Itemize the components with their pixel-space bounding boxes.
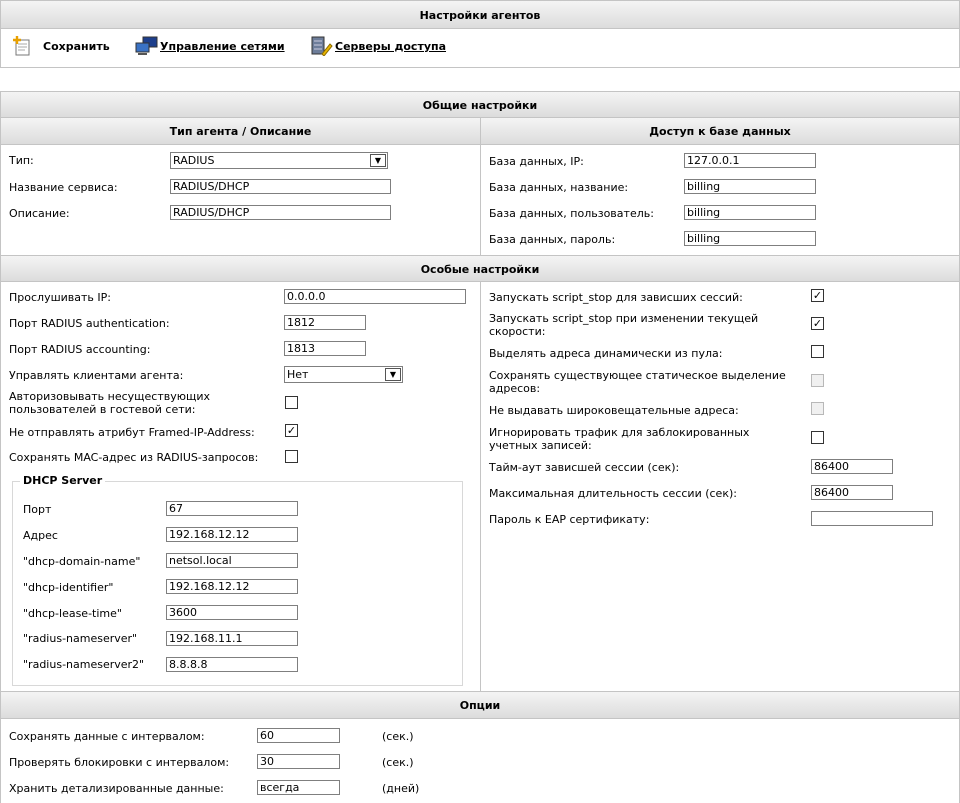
keep-static-label: Сохранять существующее статическое выдел… — [489, 369, 786, 395]
dhcp-domain-label: "dhcp-domain-name" — [23, 555, 141, 568]
dhcp-server-legend: DHCP Server — [20, 474, 106, 487]
dhcp-nameserver-label: "radius-nameserver" — [23, 632, 138, 645]
guest-auth-label: Авторизовывать несуществующих пользовате… — [9, 390, 211, 416]
block-interval-label: Проверять блокировки с интервалом: — [9, 756, 230, 769]
eap-password-input[interactable] — [811, 511, 933, 526]
save-icon — [13, 36, 30, 56]
db-password-input[interactable] — [684, 231, 816, 246]
listen-ip-label: Прослушивать IP: — [9, 291, 111, 304]
eap-password-label: Пароль к EAP сертификату: — [489, 513, 650, 526]
agent-type-title: Тип агента / Описание — [169, 125, 312, 138]
manage-clients-select[interactable]: Нет ▼ — [284, 366, 403, 383]
service-name-input[interactable] — [170, 179, 391, 194]
auth-port-label: Порт RADIUS authentication: — [9, 317, 170, 330]
dhcp-domain-input[interactable] — [166, 553, 298, 568]
keep-detail-label: Хранить детализированные данные: — [9, 782, 224, 795]
acct-port-label: Порт RADIUS accounting: — [9, 343, 151, 356]
service-name-label: Название сервиса: — [9, 181, 118, 194]
dhcp-nameserver-input[interactable] — [166, 631, 298, 646]
db-password-label: База данных, пароль: — [489, 233, 616, 246]
auth-port-input[interactable] — [284, 315, 366, 330]
special-settings-header: Особые настройки — [0, 255, 960, 282]
max-session-label: Максимальная длительность сессии (сек): — [489, 487, 737, 500]
dhcp-address-label: Адрес — [23, 529, 58, 542]
chevron-down-icon: ▼ — [385, 368, 401, 381]
general-settings-header: Общие настройки — [0, 91, 960, 118]
ignore-blocked-checkbox[interactable] — [811, 431, 824, 444]
dhcp-port-input[interactable] — [166, 501, 298, 516]
page-title: Настройки агентов — [419, 9, 541, 22]
server-icon — [311, 36, 333, 56]
dhcp-identifier-label: "dhcp-identifier" — [23, 581, 114, 594]
dhcp-address-input[interactable] — [166, 527, 298, 542]
dhcp-port-label: Порт — [23, 503, 52, 516]
save-interval-label: Сохранять данные с интервалом: — [9, 730, 205, 743]
framed-ip-label: Не отправлять атрибут Framed-IP-Address: — [9, 426, 255, 439]
options-header: Опции — [0, 691, 960, 719]
max-session-input[interactable] — [811, 485, 893, 500]
no-broadcast-checkbox[interactable] — [811, 402, 824, 415]
db-ip-input[interactable] — [684, 153, 816, 168]
framed-ip-checkbox[interactable]: ✓ — [285, 424, 298, 437]
keep-detail-input[interactable] — [257, 780, 340, 795]
db-access-header: Доступ к базе данных — [480, 117, 960, 145]
chevron-down-icon: ▼ — [370, 154, 386, 167]
acct-port-input[interactable] — [284, 341, 366, 356]
stop-hung-label: Запускать script_stop для зависших сесси… — [489, 291, 743, 304]
network-icon — [135, 36, 158, 55]
ignore-blocked-label: Игнорировать трафик для заблокированных … — [489, 426, 750, 452]
db-ip-label: База данных, IP: — [489, 155, 584, 168]
stop-speed-label: Запускать script_stop при изменении теку… — [489, 312, 759, 338]
description-label: Описание: — [9, 207, 70, 220]
stop-speed-checkbox[interactable]: ✓ — [811, 317, 824, 330]
hung-timeout-label: Тайм-аут зависшей сессии (сек): — [489, 461, 680, 474]
special-settings-title: Особые настройки — [420, 263, 540, 276]
stop-hung-checkbox[interactable]: ✓ — [811, 289, 824, 302]
hung-timeout-input[interactable] — [811, 459, 893, 474]
dynamic-pool-label: Выделять адреса динамически из пула: — [489, 347, 723, 360]
dhcp-nameserver2-input[interactable] — [166, 657, 298, 672]
page-title-bar: Настройки агентов — [0, 0, 960, 29]
save-mac-checkbox[interactable] — [285, 450, 298, 463]
manage-clients-value: Нет — [287, 368, 309, 381]
manage-clients-label: Управлять клиентами агента: — [9, 369, 184, 382]
general-settings-title: Общие настройки — [422, 99, 538, 112]
dhcp-identifier-input[interactable] — [166, 579, 298, 594]
access-servers-label: Серверы доступа — [335, 40, 447, 53]
dhcp-nameserver2-label: "radius-nameserver2" — [23, 658, 145, 671]
save-interval-input[interactable] — [257, 728, 340, 743]
type-select[interactable]: RADIUS ▼ — [170, 152, 388, 169]
manage-networks-label: Управление сетями — [160, 40, 285, 53]
dynamic-pool-checkbox[interactable] — [811, 345, 824, 358]
listen-ip-input[interactable] — [284, 289, 466, 304]
keep-static-checkbox[interactable] — [811, 374, 824, 387]
db-user-input[interactable] — [684, 205, 816, 220]
block-interval-unit: (сек.) — [382, 756, 414, 769]
db-name-input[interactable] — [684, 179, 816, 194]
type-select-value: RADIUS — [173, 154, 215, 167]
keep-detail-unit: (дней) — [382, 782, 420, 795]
options-title: Опции — [459, 699, 501, 712]
dhcp-lease-label: "dhcp-lease-time" — [23, 607, 122, 620]
save-label: Сохранить — [43, 40, 110, 53]
dhcp-lease-input[interactable] — [166, 605, 298, 620]
description-input[interactable] — [170, 205, 391, 220]
no-broadcast-label: Не выдавать широковещательные адреса: — [489, 404, 739, 417]
save-interval-unit: (сек.) — [382, 730, 414, 743]
db-user-label: База данных, пользователь: — [489, 207, 654, 220]
guest-auth-checkbox[interactable] — [285, 396, 298, 409]
save-mac-label: Сохранять MAC-адрес из RADIUS-запросов: — [9, 451, 259, 464]
db-name-label: База данных, название: — [489, 181, 629, 194]
type-label: Тип: — [9, 154, 34, 167]
db-access-title: Доступ к базе данных — [649, 125, 791, 138]
block-interval-input[interactable] — [257, 754, 340, 769]
agent-type-header: Тип агента / Описание — [0, 117, 481, 145]
